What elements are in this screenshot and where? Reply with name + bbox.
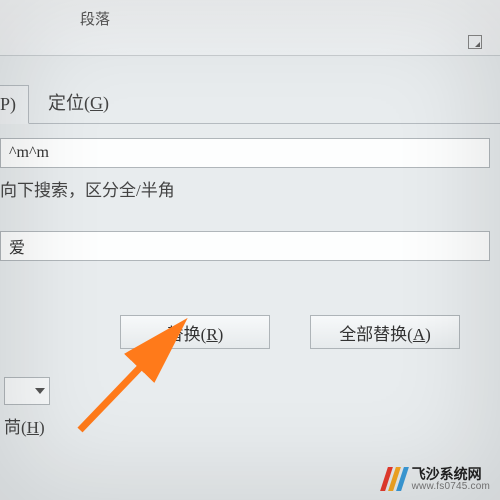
dialog-launcher-icon[interactable] <box>468 35 482 49</box>
action-buttons-row: 替换(R) 全部替换(A) <box>120 315 500 349</box>
bottom-left-controls: 苘(H) <box>0 377 50 438</box>
search-options-text: 向下搜索，区分全/半角 <box>0 176 494 201</box>
watermark-name: 飞沙系统网 <box>412 467 490 482</box>
replace-button-label: 替换(R) <box>167 320 224 345</box>
tab-locate[interactable]: 定位(G) <box>29 80 128 124</box>
watermark-logo-icon <box>382 467 406 491</box>
ribbon-group-label: 段落 <box>80 8 110 29</box>
find-replace-dialog: P) 定位(G) ^m^m 向下搜索，区分全/半角 爱 替换(R) 全部替换(A… <box>0 80 500 349</box>
watermark-text: 飞沙系统网 www.fs0745.com <box>412 467 490 492</box>
dialog-tabs: P) 定位(G) <box>0 80 500 124</box>
find-what-block: ^m^m 向下搜索，区分全/半角 <box>0 138 500 201</box>
small-dropdown[interactable] <box>4 377 50 405</box>
watermark-url: www.fs0745.com <box>412 482 490 493</box>
replace-all-button-label: 全部替换(A) <box>339 320 431 345</box>
chevron-down-icon <box>35 388 45 394</box>
replace-with-input[interactable]: 爱 <box>0 231 490 261</box>
tab-locate-label: 定位(G) <box>48 93 109 113</box>
replace-all-button[interactable]: 全部替换(A) <box>310 315 460 349</box>
tab-replace-partial[interactable]: P) <box>0 85 29 124</box>
find-what-value: ^m^m <box>9 144 49 162</box>
tab-replace-partial-text: P) <box>0 94 16 114</box>
replace-with-block: 爱 <box>0 231 500 261</box>
watermark: 飞沙系统网 www.fs0745.com <box>382 467 490 492</box>
ribbon-paragraph-group: 段落 <box>0 0 500 56</box>
bottom-partial-label: 苘(H) <box>4 413 50 438</box>
replace-button[interactable]: 替换(R) <box>120 315 270 349</box>
replace-with-value: 爱 <box>9 234 25 258</box>
find-what-input[interactable]: ^m^m <box>0 138 490 168</box>
